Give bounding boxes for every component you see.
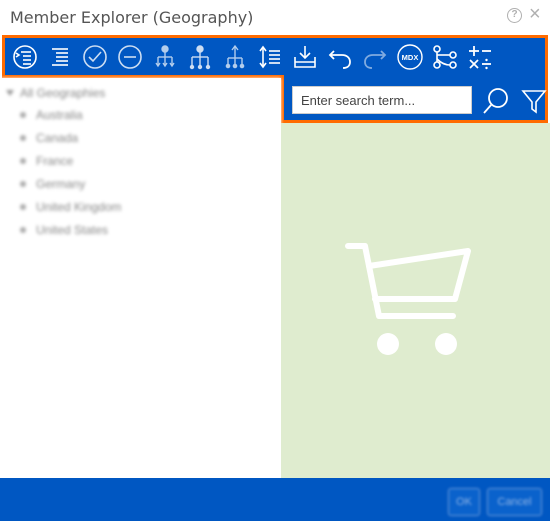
tree-root[interactable]: All Geographies [6,86,105,100]
tree-item-label: Canada [36,131,79,145]
tree-item-label: Australia [36,108,83,122]
deselect-all-icon[interactable] [115,42,145,72]
sort-icon[interactable] [255,42,285,72]
mdx-icon[interactable]: MDX [395,42,425,72]
footer-bar: OK Cancel [0,478,550,521]
dialog-title: Member Explorer (Geography) [10,8,254,27]
select-children-icon[interactable] [150,42,180,72]
search-icon[interactable] [482,86,510,116]
select-parent-icon[interactable] [220,42,250,72]
bullet-icon [20,181,26,187]
tree-item[interactable]: United States [20,223,108,237]
expand-all-icon[interactable] [10,42,40,72]
tree-item[interactable]: France [20,154,73,168]
select-all-icon[interactable] [80,42,110,72]
bullet-icon [20,158,26,164]
bullet-icon [20,112,26,118]
member-tree: All Geographies Australia Canada France … [0,78,281,478]
title-bar: Member Explorer (Geography) ? × [0,0,550,36]
tree-item[interactable]: Canada [20,131,78,145]
tree-item[interactable]: Germany [20,177,85,191]
calculator-icon[interactable] [465,42,495,72]
ok-button[interactable]: OK [448,488,480,516]
toolbar: MDX [2,35,548,78]
select-descendants-icon[interactable] [185,42,215,72]
tree-root-label: All Geographies [20,86,106,100]
search-input[interactable] [292,86,472,114]
tree-item-label: United Kingdom [36,200,122,214]
bullet-icon [20,204,26,210]
bullet-icon [20,135,26,141]
tree-item-label: Germany [36,177,86,191]
filter-icon[interactable] [520,86,548,116]
member-explorer-dialog: Member Explorer (Geography) ? × MDX Ente… [0,0,550,521]
tree-item-label: France [36,154,74,168]
tree-item[interactable]: United Kingdom [20,200,121,214]
tree-item-label: United States [36,223,109,237]
close-icon[interactable]: × [529,4,541,24]
mdx-label: MDX [402,53,419,62]
cancel-button[interactable]: Cancel [487,488,542,516]
help-icon[interactable]: ? [507,8,522,23]
bullet-icon [20,227,26,233]
expand-triangle-icon[interactable] [6,90,14,96]
tree-item[interactable]: Australia [20,108,83,122]
redo-icon[interactable] [360,42,390,72]
hierarchy-icon[interactable] [430,42,460,72]
import-icon[interactable] [290,42,320,72]
collapse-all-icon[interactable] [45,42,75,72]
shopping-cart-icon [345,243,471,355]
selection-preview-panel [281,123,550,478]
search-panel [281,75,548,123]
undo-icon[interactable] [325,42,355,72]
